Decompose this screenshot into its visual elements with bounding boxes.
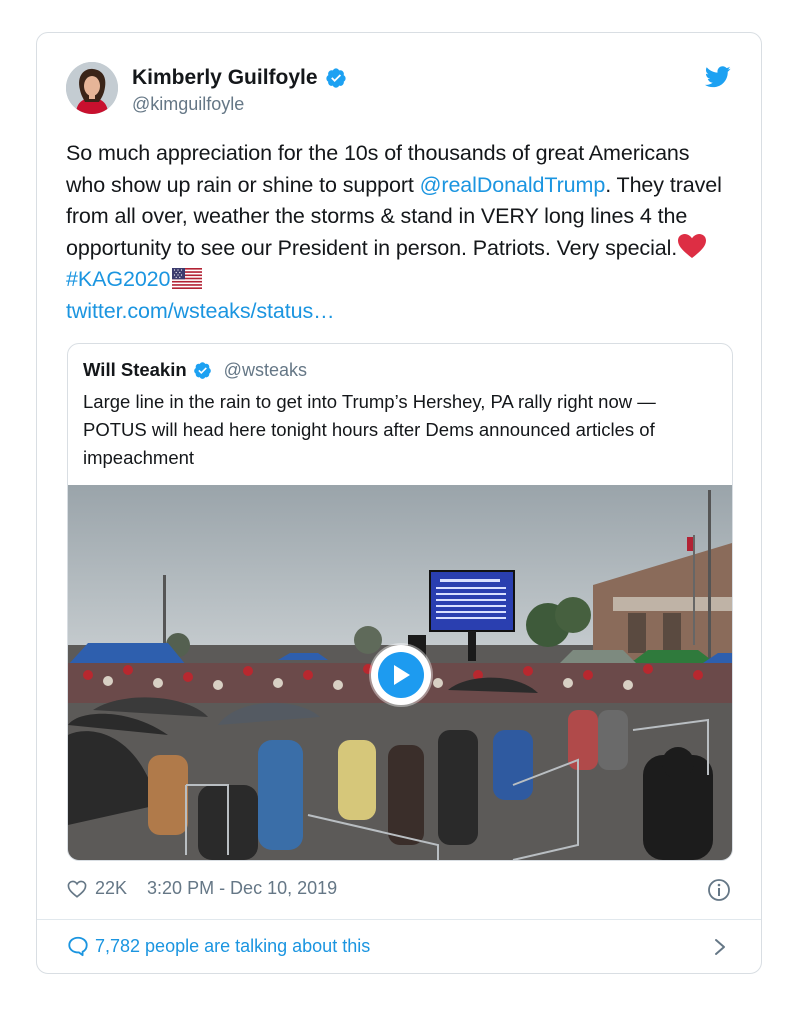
heart-outline-icon[interactable] xyxy=(67,880,87,898)
author-name-row[interactable]: Kimberly Guilfoyle xyxy=(132,66,347,90)
tweet-meta: 22K 3:20 PM - Dec 10, 2019 xyxy=(67,878,337,899)
quoted-tweet-text: Large line in the rain to get into Trump… xyxy=(83,391,656,468)
author-avatar[interactable] xyxy=(66,62,118,114)
video-thumbnail[interactable] xyxy=(68,485,732,860)
tweet-timestamp[interactable]: 3:20 PM - Dec 10, 2019 xyxy=(147,878,337,899)
talking-count-text[interactable]: 7,782 people are talking about this xyxy=(95,936,370,957)
like-count[interactable]: 22K xyxy=(95,878,127,899)
quoted-author-handle[interactable]: @wsteaks xyxy=(224,360,307,381)
verified-badge-icon xyxy=(193,361,211,379)
quoted-tweet[interactable]: Will Steakin @wsteaks Large line in the … xyxy=(67,343,733,861)
play-button[interactable] xyxy=(371,645,431,705)
author-name[interactable]: Kimberly Guilfoyle xyxy=(132,66,318,90)
footer-divider xyxy=(37,919,761,920)
quoted-author-row[interactable]: Will Steakin @wsteaks xyxy=(83,359,307,381)
verified-badge-icon xyxy=(325,68,346,88)
us-flag-emoji-icon xyxy=(172,268,203,289)
mention-link[interactable]: @realDonaldTrump xyxy=(420,173,606,197)
info-icon[interactable] xyxy=(707,878,731,907)
red-heart-emoji-icon xyxy=(678,233,707,258)
quoted-tweet-link[interactable]: twitter.com/wsteaks/status… xyxy=(66,299,335,323)
tweet-text: So much appreciation for the 10s of thou… xyxy=(66,138,726,327)
hashtag-link[interactable]: #KAG2020 xyxy=(66,267,170,291)
talking-link[interactable]: 7,782 people are talking about this xyxy=(67,935,370,957)
chevron-right-icon[interactable] xyxy=(713,937,727,962)
tweet-card: Kimberly Guilfoyle @kimguilfoyle So much… xyxy=(36,32,762,974)
author-handle[interactable]: @kimguilfoyle xyxy=(132,94,244,115)
twitter-bird-icon[interactable] xyxy=(704,66,731,93)
speech-bubble-icon xyxy=(68,936,88,957)
quoted-author-name[interactable]: Will Steakin xyxy=(83,359,187,381)
play-icon xyxy=(394,665,410,685)
